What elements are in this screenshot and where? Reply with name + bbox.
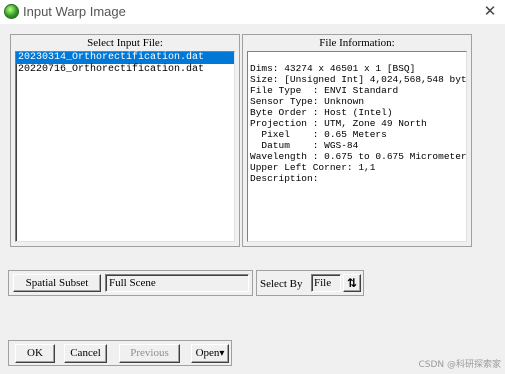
button-bar: OK Cancel Previous Open▾ <box>8 340 232 366</box>
info-pixel: Pixel : 0.65 Meters <box>250 129 387 140</box>
info-datum: Datum : WGS-84 <box>250 140 359 151</box>
open-button-label: Open <box>195 347 220 359</box>
previous-button[interactable]: Previous <box>119 344 180 363</box>
info-dims: Dims: 43274 x 46501 x 1 [BSQ] <box>250 63 416 74</box>
select-input-panel: Select Input File: 20230314_Orthorectifi… <box>10 34 240 247</box>
select-by-group: Select By File ⇅ <box>256 270 364 296</box>
window-title: Input Warp Image <box>23 4 126 19</box>
select-by-value[interactable]: File <box>311 274 341 292</box>
dialog-client-area: Select Input File: 20230314_Orthorectifi… <box>0 24 505 374</box>
title-bar: Input Warp Image ✕ <box>0 0 505 24</box>
cancel-button[interactable]: Cancel <box>64 344 107 363</box>
spatial-subset-group: Spatial Subset Full Scene <box>8 270 253 296</box>
close-icon[interactable]: ✕ <box>481 2 499 20</box>
info-file-type: File Type : ENVI Standard <box>250 85 399 96</box>
list-item-file-2[interactable]: 20220716_Orthorectification.dat <box>16 64 234 76</box>
envi-app-icon <box>4 4 19 19</box>
select-by-label: Select By <box>260 278 303 290</box>
sort-toggle-icon[interactable]: ⇅ <box>343 274 361 292</box>
list-item-file-1[interactable]: 20230314_Orthorectification.dat <box>16 52 234 64</box>
ok-button[interactable]: OK <box>15 344 55 363</box>
chevron-down-icon: ▾ <box>219 348 225 359</box>
file-information-panel: File Information: Dims: 43274 x 46501 x … <box>242 34 472 247</box>
open-menu-button[interactable]: Open▾ <box>191 344 229 363</box>
info-sensor-type: Sensor Type: Unknown <box>250 96 365 107</box>
spatial-subset-button[interactable]: Spatial Subset <box>13 274 101 292</box>
info-upper-left-corner: Upper Left Corner: 1,1 <box>250 162 376 173</box>
file-information-title: File Information: <box>319 37 395 49</box>
select-input-title: Select Input File: <box>87 37 163 49</box>
file-information-text: Dims: 43274 x 46501 x 1 [BSQ] Size: [Uns… <box>247 51 467 242</box>
info-byte-order: Byte Order : Host (Intel) <box>250 107 393 118</box>
info-wavelength: Wavelength : 0.675 to 0.675 Micrometers <box>250 151 467 162</box>
spatial-subset-value: Full Scene <box>105 274 249 292</box>
info-size: Size: [Unsigned Int] 4,024,568,548 bytes… <box>250 74 467 85</box>
info-description: Description: <box>250 173 319 184</box>
info-projection: Projection : UTM, Zone 49 North <box>250 118 427 129</box>
watermark: CSDN @科研探索家 <box>418 360 501 370</box>
input-file-list[interactable]: 20230314_Orthorectification.dat 20220716… <box>15 51 235 242</box>
